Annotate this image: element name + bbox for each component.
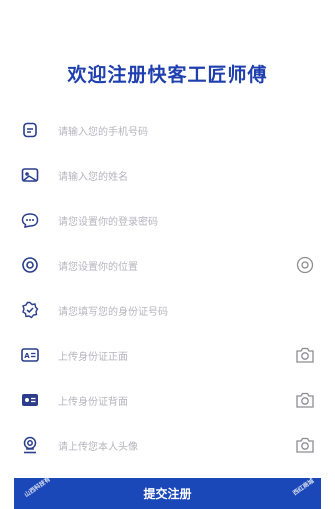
phone-input[interactable]: 请输入您的手机号码 bbox=[58, 123, 320, 138]
camera-icon[interactable] bbox=[294, 344, 316, 366]
id-back-label: 上传身份证背面 bbox=[58, 396, 128, 408]
page-title: 欢迎注册快客工匠师傅 bbox=[67, 64, 268, 86]
id-number-input[interactable]: 请您填写您的身份证号码 bbox=[58, 303, 320, 318]
location-field[interactable]: 请您设置你的位置 bbox=[14, 252, 320, 278]
location-icon bbox=[20, 255, 40, 275]
id-front-label: 上传身份证正面 bbox=[58, 351, 128, 363]
avatar-icon bbox=[20, 435, 40, 455]
password-input[interactable]: 请您设置你的登录密码 bbox=[58, 213, 320, 228]
camera-icon[interactable] bbox=[294, 434, 316, 456]
avatar-upload[interactable]: 请上传您本人头像 bbox=[14, 432, 320, 458]
location-pin-icon[interactable] bbox=[294, 254, 316, 276]
password-field[interactable]: 请您设置你的登录密码 bbox=[14, 207, 320, 233]
phone-field[interactable]: 请输入您的手机号码 bbox=[14, 117, 320, 143]
password-icon bbox=[20, 210, 40, 230]
name-field[interactable]: 请输入您的姓名 bbox=[14, 162, 320, 188]
name-card-icon bbox=[20, 165, 40, 185]
phone-icon bbox=[20, 120, 40, 140]
watermark-right: 西红商城 bbox=[291, 478, 316, 498]
id-number-field[interactable]: 请您填写您的身份证号码 bbox=[14, 297, 320, 323]
id-back-icon bbox=[20, 390, 40, 410]
name-input[interactable]: 请输入您的姓名 bbox=[58, 168, 320, 183]
id-front-icon: A bbox=[20, 345, 40, 365]
avatar-label: 请上传您本人头像 bbox=[58, 441, 138, 453]
location-input[interactable]: 请您设置你的位置 bbox=[58, 258, 294, 273]
camera-icon[interactable] bbox=[294, 389, 316, 411]
id-back-upload[interactable]: 上传身份证背面 bbox=[14, 387, 320, 413]
submit-label: 提交注册 bbox=[143, 487, 192, 501]
id-front-upload[interactable]: A 上传身份证正面 bbox=[14, 342, 320, 368]
id-badge-icon bbox=[20, 300, 40, 320]
svg-text:A: A bbox=[24, 352, 30, 360]
watermark-left: 山西科技有 bbox=[23, 478, 52, 499]
submit-button[interactable]: 山西科技有 提交注册 西红商城 bbox=[14, 478, 321, 509]
